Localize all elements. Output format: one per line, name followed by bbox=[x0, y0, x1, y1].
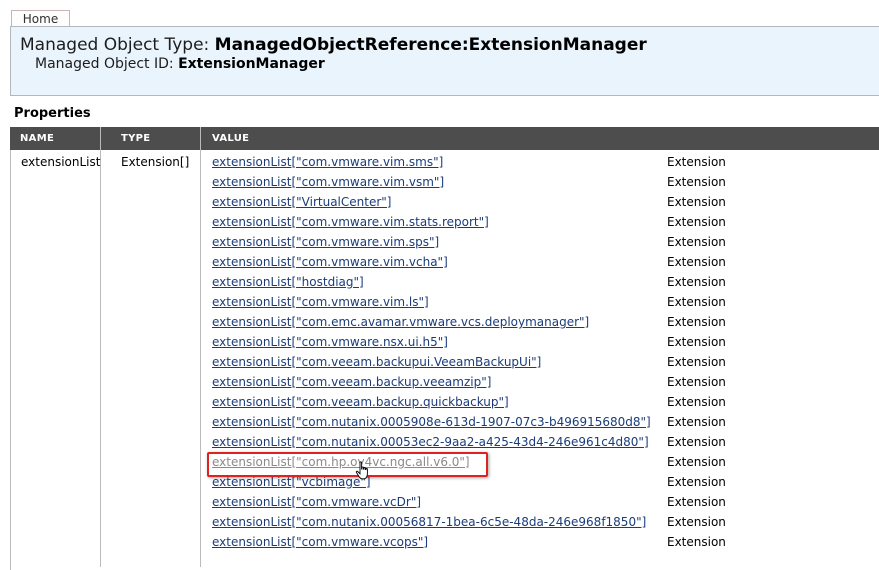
value-row: extensionList["com.vmware.vim.sms"] Exten… bbox=[212, 155, 872, 175]
extension-link[interactable]: extensionList["com.vmware.vcDr"] bbox=[212, 495, 421, 509]
managed-object-type-label: Managed Object Type: bbox=[20, 35, 215, 55]
properties-heading: Properties bbox=[14, 106, 91, 121]
extension-link[interactable]: extensionList["VirtualCenter"] bbox=[212, 195, 391, 209]
extension-type: Extension bbox=[667, 395, 726, 409]
extension-type: Extension bbox=[667, 335, 726, 349]
value-row: extensionList["com.vmware.nsx.ui.h5"] Ext… bbox=[212, 335, 872, 355]
extension-type: Extension bbox=[667, 315, 726, 329]
properties-table-header: NAME TYPE VALUE bbox=[10, 127, 879, 150]
extension-link[interactable]: extensionList["com.vmware.vim.sps"] bbox=[212, 235, 439, 249]
extension-type: Extension bbox=[667, 275, 726, 289]
managed-object-header: Managed Object Type: ManagedObjectRefere… bbox=[10, 26, 879, 96]
extension-link[interactable]: extensionList["com.nutanix.0005908e-613d… bbox=[212, 415, 651, 429]
extension-link[interactable]: extensionList["com.emc.avamar.vmware.vcs… bbox=[212, 315, 589, 329]
extension-type: Extension bbox=[667, 215, 726, 229]
value-row: extensionList["com.vmware.vim.vsm"] Exten… bbox=[212, 175, 872, 195]
extension-link[interactable]: extensionList["com.veeam.backup.quickbac… bbox=[212, 395, 509, 409]
managed-object-id-label: Managed Object ID: bbox=[35, 56, 179, 72]
extension-link[interactable]: extensionList["com.vmware.vcops"] bbox=[212, 535, 428, 549]
extension-link[interactable]: extensionList["com.veeam.backupui.VeeamB… bbox=[212, 355, 541, 369]
extension-type: Extension bbox=[667, 495, 726, 509]
value-row: extensionList["com.veeam.backupui.VeeamB… bbox=[212, 355, 872, 375]
extension-link[interactable]: extensionList["com.vmware.vim.vcha"] bbox=[212, 255, 448, 269]
column-divider bbox=[100, 127, 101, 567]
extension-link[interactable]: extensionList["com.vmware.vim.ls"] bbox=[212, 295, 429, 309]
value-row: extensionList["com.vmware.vim.vcha"] Exte… bbox=[212, 255, 872, 275]
value-row: extensionList["hostdiag"] Extension bbox=[212, 275, 872, 295]
extension-link[interactable]: extensionList["com.nutanix.00056817-1bea… bbox=[212, 515, 646, 529]
extension-type: Extension bbox=[667, 175, 726, 189]
extension-type: Extension bbox=[667, 435, 726, 449]
value-row: extensionList["com.vmware.vim.stats.repo… bbox=[212, 215, 872, 235]
column-header-name: NAME bbox=[20, 133, 55, 144]
hand-cursor-icon bbox=[355, 461, 368, 480]
managed-object-id-value: ExtensionManager bbox=[178, 56, 325, 72]
property-type-cell: Extension[] bbox=[121, 155, 190, 169]
managed-object-type: Managed Object Type: ManagedObjectRefere… bbox=[20, 35, 647, 55]
extension-type: Extension bbox=[667, 195, 726, 209]
value-row: extensionList["com.emc.avamar.vmware.vcs… bbox=[212, 315, 872, 335]
value-row: extensionList["vcbimage"] Extension bbox=[212, 475, 872, 495]
extension-link[interactable]: extensionList["com.vmware.vim.vsm"] bbox=[212, 175, 444, 189]
value-row: extensionList["com.vmware.vcDr"] Extensio… bbox=[212, 495, 872, 515]
value-row: extensionList["com.vmware.vim.sps"] Exten… bbox=[212, 235, 872, 255]
managed-object-type-value: ManagedObjectReference:ExtensionManager bbox=[214, 35, 647, 55]
extension-link[interactable]: extensionList["com.veeam.backup.veeamzip… bbox=[212, 375, 491, 389]
extension-type: Extension bbox=[667, 455, 726, 469]
extension-type: Extension bbox=[667, 375, 726, 389]
extension-type: Extension bbox=[667, 235, 726, 249]
extension-link[interactable]: extensionList["com.nutanix.00053ec2-9aa2… bbox=[212, 435, 649, 449]
property-name-cell: extensionList bbox=[21, 155, 101, 169]
extension-type: Extension bbox=[667, 535, 726, 549]
value-row: extensionList["VirtualCenter"] Extension bbox=[212, 195, 872, 215]
extension-type: Extension bbox=[667, 155, 726, 169]
extension-type: Extension bbox=[667, 475, 726, 489]
extension-type: Extension bbox=[667, 415, 726, 429]
extension-link[interactable]: extensionList["com.vmware.vim.stats.repo… bbox=[212, 215, 489, 229]
extension-link[interactable]: extensionList["hostdiag"] bbox=[212, 275, 364, 289]
value-row: extensionList["com.nutanix.0005908e-613d… bbox=[212, 415, 872, 435]
column-divider bbox=[200, 127, 201, 567]
managed-object-id: Managed Object ID: ExtensionManager bbox=[35, 56, 325, 72]
column-header-type: TYPE bbox=[121, 133, 151, 144]
value-row: extensionList["com.nutanix.00056817-1bea… bbox=[212, 515, 872, 535]
highlight-box bbox=[207, 452, 488, 477]
column-header-value: VALUE bbox=[212, 133, 250, 144]
extension-link[interactable]: extensionList["vcbimage"] bbox=[212, 475, 371, 489]
value-row: extensionList["com.veeam.backup.quickbac… bbox=[212, 395, 872, 415]
extension-type: Extension bbox=[667, 355, 726, 369]
extension-link[interactable]: extensionList["com.vmware.vim.sms"] bbox=[212, 155, 443, 169]
extension-type: Extension bbox=[667, 255, 726, 269]
value-row: extensionList["com.vmware.vcops"] Extensi… bbox=[212, 535, 872, 555]
extension-type: Extension bbox=[667, 515, 726, 529]
value-row: extensionList["com.vmware.vim.ls"] Extens… bbox=[212, 295, 872, 315]
extension-type: Extension bbox=[667, 295, 726, 309]
extension-link[interactable]: extensionList["com.vmware.nsx.ui.h5"] bbox=[212, 335, 448, 349]
value-row: extensionList["com.veeam.backup.veeamzip… bbox=[212, 375, 872, 395]
home-tab[interactable]: Home bbox=[11, 10, 70, 27]
